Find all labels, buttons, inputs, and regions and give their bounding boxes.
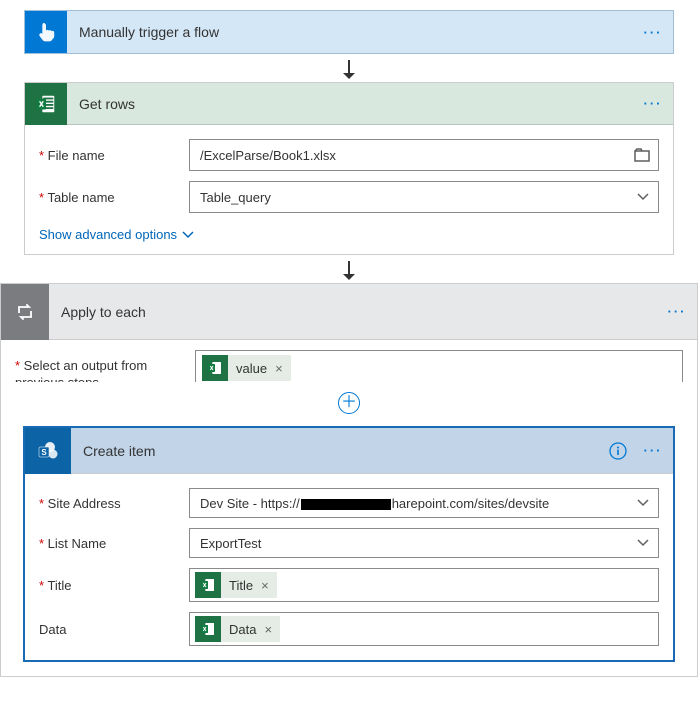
trigger-card[interactable]: Manually trigger a flow ··· bbox=[24, 10, 674, 54]
token-remove-icon[interactable]: × bbox=[273, 361, 291, 376]
trigger-menu-button[interactable]: ··· bbox=[633, 25, 673, 40]
excel-icon bbox=[202, 355, 228, 381]
token-remove-icon[interactable]: × bbox=[259, 578, 277, 593]
flow-arrow bbox=[0, 54, 698, 82]
select-output-input[interactable]: value × bbox=[195, 350, 683, 382]
redacted-text bbox=[301, 499, 391, 510]
file-name-input[interactable]: /ExcelParse/Book1.xlsx bbox=[189, 139, 659, 171]
site-address-value: Dev Site - https://harepoint.com/sites/d… bbox=[200, 496, 549, 511]
data-token[interactable]: Data × bbox=[195, 616, 280, 642]
file-name-label: File name bbox=[39, 148, 189, 163]
apply-to-each-menu-button[interactable]: ··· bbox=[657, 304, 697, 319]
create-item-menu-button[interactable]: ··· bbox=[633, 443, 673, 458]
apply-to-each-title: Apply to each bbox=[49, 304, 657, 320]
apply-to-each-card: Apply to each ··· Select an output from … bbox=[0, 283, 698, 677]
get-rows-menu-button[interactable]: ··· bbox=[633, 96, 673, 111]
get-rows-body: File name /ExcelParse/Book1.xlsx Table n… bbox=[25, 125, 673, 254]
trigger-header: Manually trigger a flow ··· bbox=[25, 11, 673, 53]
flow-arrow bbox=[0, 255, 698, 283]
site-address-label: Site Address bbox=[39, 496, 189, 511]
excel-icon bbox=[25, 83, 67, 125]
trigger-title: Manually trigger a flow bbox=[67, 24, 633, 40]
data-field-label: Data bbox=[39, 622, 189, 637]
token-remove-icon[interactable]: × bbox=[262, 622, 280, 637]
list-name-label: List Name bbox=[39, 536, 189, 551]
title-field-input[interactable]: Title × bbox=[189, 568, 659, 602]
get-rows-title: Get rows bbox=[67, 96, 633, 112]
table-name-select[interactable]: Table_query bbox=[189, 181, 659, 213]
data-field-input[interactable]: Data × bbox=[189, 612, 659, 646]
get-rows-card: Get rows ··· File name /ExcelParse/Book1… bbox=[24, 82, 674, 255]
folder-picker-icon[interactable] bbox=[634, 148, 650, 162]
show-advanced-link[interactable]: Show advanced options bbox=[39, 223, 195, 244]
site-address-select[interactable]: Dev Site - https://harepoint.com/sites/d… bbox=[189, 488, 659, 518]
touch-icon bbox=[25, 11, 67, 53]
value-token[interactable]: value × bbox=[202, 355, 291, 381]
svg-text:S: S bbox=[41, 448, 47, 457]
table-name-value: Table_query bbox=[200, 190, 271, 205]
sharepoint-icon: S bbox=[25, 428, 71, 474]
chevron-down-icon bbox=[636, 192, 650, 202]
info-icon[interactable] bbox=[603, 442, 633, 460]
select-output-label: Select an output from previous steps bbox=[15, 350, 195, 382]
create-item-title: Create item bbox=[71, 443, 603, 459]
file-name-value: /ExcelParse/Book1.xlsx bbox=[200, 148, 336, 163]
excel-icon bbox=[195, 616, 221, 642]
loop-icon bbox=[1, 284, 49, 340]
list-name-select[interactable]: ExportTest bbox=[189, 528, 659, 558]
title-token[interactable]: Title × bbox=[195, 572, 277, 598]
get-rows-header[interactable]: Get rows ··· bbox=[25, 83, 673, 125]
table-name-label: Table name bbox=[39, 190, 189, 205]
title-field-label: Title bbox=[39, 578, 189, 593]
excel-icon bbox=[195, 572, 221, 598]
chevron-down-icon bbox=[636, 498, 650, 508]
token-label: value bbox=[236, 361, 273, 376]
apply-to-each-header[interactable]: Apply to each ··· bbox=[1, 284, 697, 340]
create-item-header[interactable]: S Create item ··· bbox=[25, 428, 673, 474]
add-action-button[interactable]: ＋ bbox=[338, 392, 360, 414]
list-name-value: ExportTest bbox=[200, 536, 261, 551]
chevron-down-icon bbox=[636, 538, 650, 548]
create-item-card: S Create item ··· Site Address Dev Site … bbox=[23, 426, 675, 662]
